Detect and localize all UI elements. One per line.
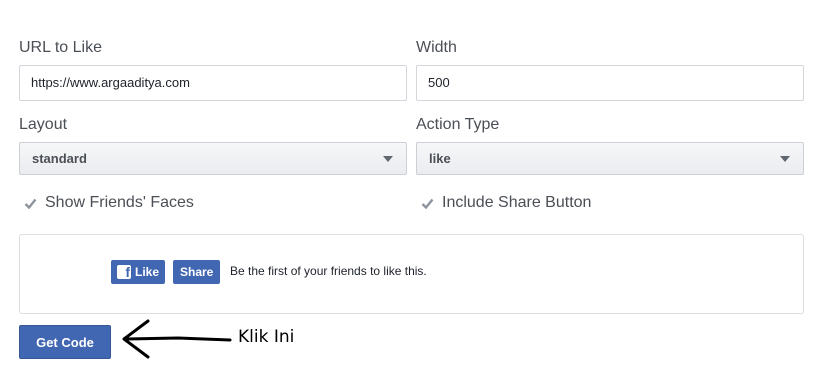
url-label: URL to Like xyxy=(19,39,102,56)
get-code-label: Get Code xyxy=(36,334,94,350)
share-button[interactable]: Share xyxy=(173,260,221,284)
social-context-text: Be the first of your friends to like thi… xyxy=(230,264,427,278)
url-input[interactable]: https://www.argaaditya.com xyxy=(19,65,407,101)
show-faces-checkbox[interactable] xyxy=(23,196,37,210)
width-label: Width xyxy=(416,39,457,56)
chevron-down-icon xyxy=(383,156,393,162)
action-type-select[interactable]: like xyxy=(416,142,804,175)
show-faces-label: Show Friends' Faces xyxy=(45,194,194,211)
like-button[interactable]: f Like xyxy=(111,260,166,284)
share-button-label: Include Share Button xyxy=(442,194,592,211)
share-button-text: Share xyxy=(180,265,214,279)
action-type-label: Action Type xyxy=(416,116,500,133)
layout-label: Layout xyxy=(19,116,68,133)
arrow-left-icon xyxy=(122,319,232,359)
action-type-select-value: like xyxy=(429,151,451,166)
share-button-checkbox[interactable] xyxy=(420,196,434,210)
annotation-text: Klik Ini xyxy=(238,327,295,347)
get-code-button[interactable]: Get Code xyxy=(19,325,111,359)
checkmark-icon xyxy=(421,198,433,209)
width-input[interactable]: 500 xyxy=(416,65,804,101)
facebook-logo-icon: f xyxy=(117,265,131,279)
share-button-option[interactable]: Include Share Button xyxy=(420,194,591,212)
show-faces-option[interactable]: Show Friends' Faces xyxy=(23,194,194,212)
plugin-preview: f Like Share Be the first of your friend… xyxy=(19,234,804,314)
checkmark-icon xyxy=(24,198,36,209)
like-button-label: Like xyxy=(135,265,160,279)
layout-select-value: standard xyxy=(32,151,87,166)
chevron-down-icon xyxy=(780,156,790,162)
layout-select[interactable]: standard xyxy=(19,142,407,175)
